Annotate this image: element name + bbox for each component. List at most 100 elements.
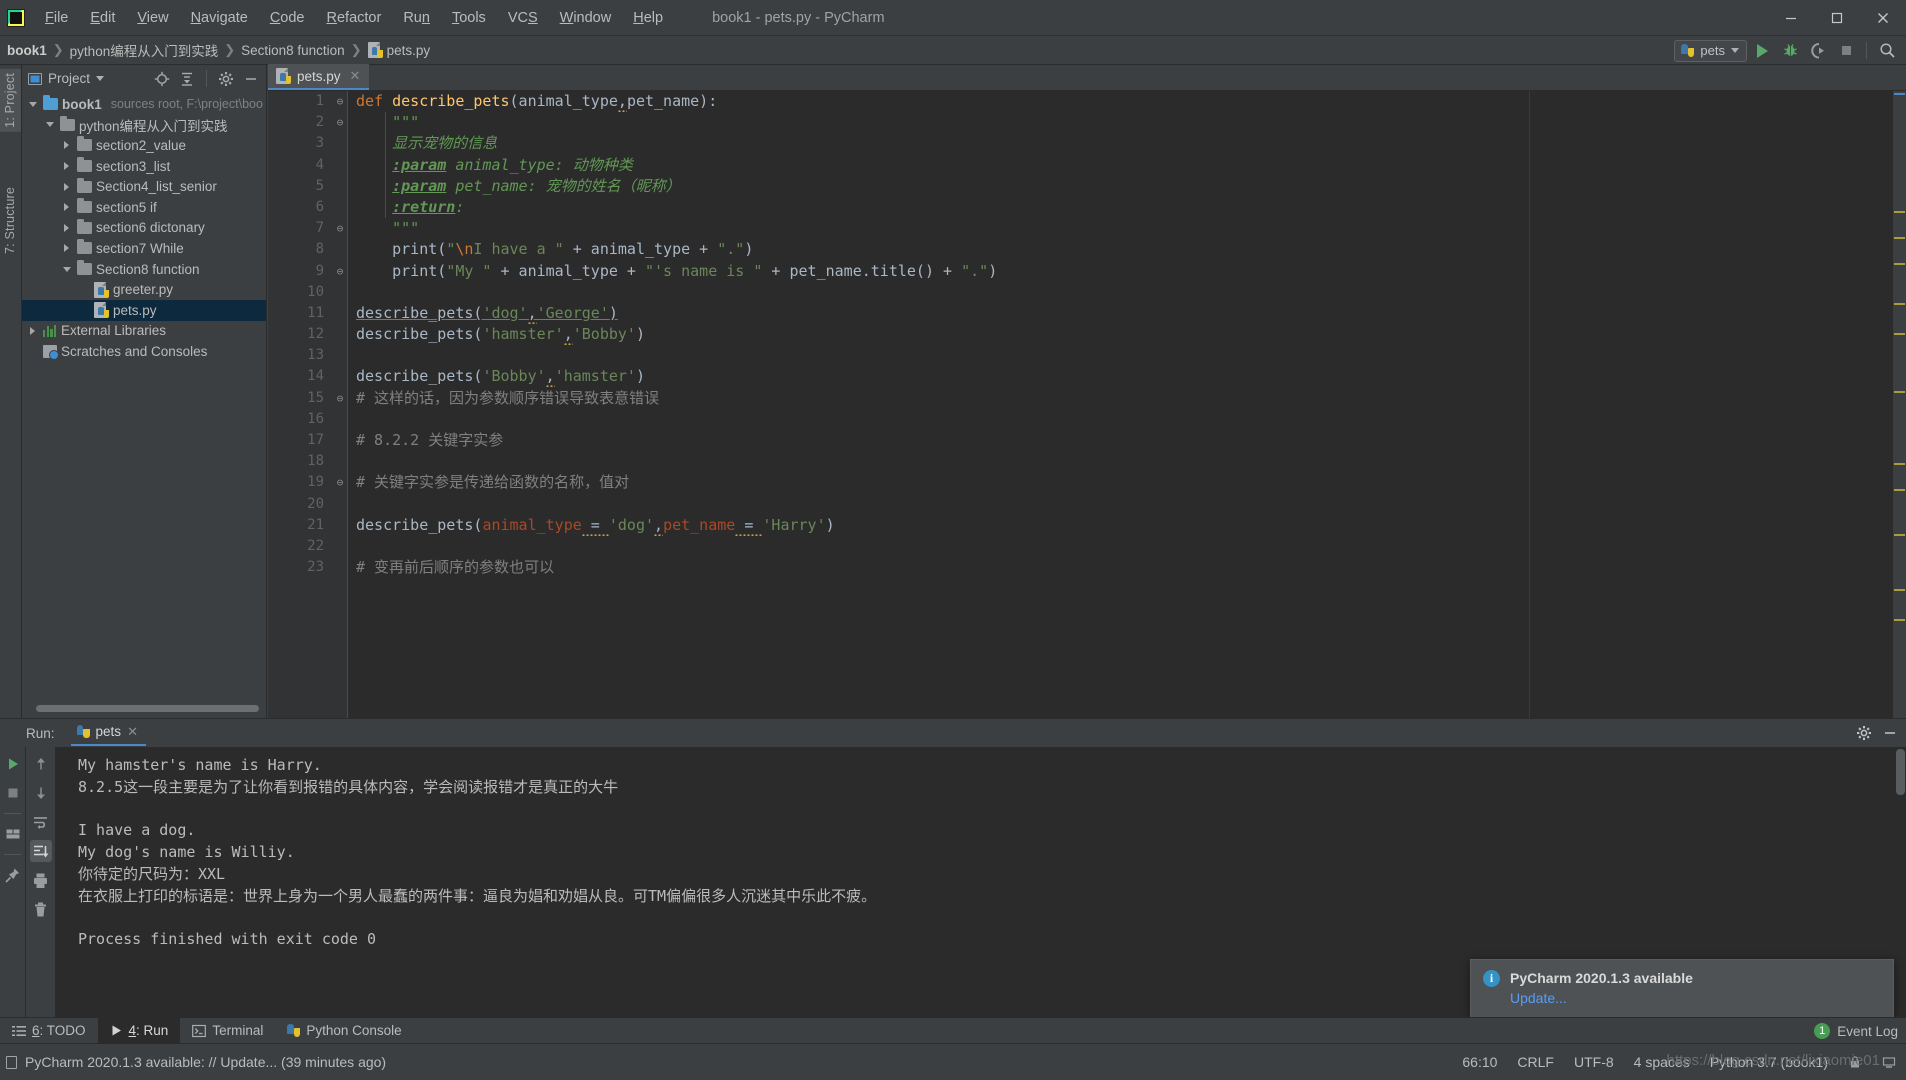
chevron-right-icon[interactable] xyxy=(60,182,73,191)
scroll-to-end-icon[interactable] xyxy=(29,840,52,862)
tab-pets-py[interactable]: pets.py ✕ xyxy=(268,64,370,90)
code-line-9[interactable]: 9 ⊖ print("My " + animal_type + "'s name … xyxy=(268,261,1906,282)
fold-toggle-icon[interactable]: ⊖ xyxy=(334,261,346,282)
project-hscrollbar[interactable] xyxy=(36,705,271,712)
memory-indicator-icon[interactable] xyxy=(1882,1055,1896,1069)
tree-item-section5if[interactable]: section5 if xyxy=(22,197,266,218)
breadcrumb-item-2[interactable]: Section8 function xyxy=(236,41,350,60)
tab-terminal[interactable]: Terminal xyxy=(180,1018,275,1044)
code-line-5[interactable]: 5 :param pet_name: 宠物的姓名（昵称） xyxy=(268,176,1906,197)
tree-item-pets.py[interactable]: pets.py xyxy=(22,299,266,321)
print-icon[interactable] xyxy=(30,869,52,891)
code-line-11[interactable]: 11 describe_pets('dog','George') xyxy=(268,303,1906,324)
tree-item-section6dictonary[interactable]: section6 dictonary xyxy=(22,218,266,239)
pin-icon[interactable] xyxy=(2,864,24,886)
error-stripe[interactable] xyxy=(1893,91,1906,718)
tree-item-section8function[interactable]: Section8 function xyxy=(22,259,266,280)
code-line-7[interactable]: 7 ⊖ """ xyxy=(268,218,1906,239)
code-line-1[interactable]: 1 ⊖ def describe_pets(animal_type,pet_name… xyxy=(268,91,1906,112)
tree-item-externallibraries[interactable]: External Libraries xyxy=(22,321,266,342)
layout-icon[interactable] xyxy=(2,823,24,845)
menu-item-navigate[interactable]: Navigate xyxy=(180,7,259,29)
scrollbar-thumb[interactable] xyxy=(1896,749,1905,795)
tree-item-section3_list[interactable]: section3_list xyxy=(22,156,266,177)
chevron-right-icon[interactable] xyxy=(60,203,73,212)
tab-todo[interactable]: 6: TODO xyxy=(0,1018,98,1044)
tree-item-section2_value[interactable]: section2_value xyxy=(22,135,266,156)
code-line-13[interactable]: 13 xyxy=(268,345,1906,366)
up-icon[interactable] xyxy=(30,753,52,775)
code-line-6[interactable]: 6 :return: xyxy=(268,197,1906,218)
fold-toggle-icon[interactable]: ⊖ xyxy=(334,91,346,112)
code-line-8[interactable]: 8 print("\nI have a " + animal_type + ".… xyxy=(268,239,1906,260)
chevron-right-icon[interactable] xyxy=(60,162,73,171)
code-line-20[interactable]: 20 xyxy=(268,494,1906,515)
chevron-right-icon[interactable] xyxy=(60,244,73,253)
menu-item-tools[interactable]: Tools xyxy=(441,7,497,29)
code-line-2[interactable]: 2 ⊖ """ xyxy=(268,112,1906,133)
fold-toggle-icon[interactable]: ⊖ xyxy=(334,112,346,133)
run-tab-pets[interactable]: pets ✕ xyxy=(70,721,146,746)
search-everywhere-button[interactable] xyxy=(1874,39,1900,63)
notification-popup[interactable]: i PyCharm 2020.1.3 available Update... xyxy=(1470,959,1894,1019)
chevron-right-icon[interactable] xyxy=(60,141,73,150)
status-message-group[interactable]: PyCharm 2020.1.3 available: // Update...… xyxy=(0,1054,386,1070)
stop-button[interactable] xyxy=(1833,39,1859,63)
code-line-3[interactable]: 3 显示宠物的信息 xyxy=(268,133,1906,154)
gear-icon[interactable] xyxy=(1853,722,1875,744)
fold-toggle-icon[interactable]: ⊖ xyxy=(334,388,346,409)
maximize-button[interactable] xyxy=(1814,0,1860,36)
chevron-right-icon[interactable] xyxy=(60,223,73,232)
project-panel-title-group[interactable]: Project xyxy=(28,71,105,86)
console-scrollbar[interactable] xyxy=(1894,747,1906,1017)
menu-item-refactor[interactable]: Refactor xyxy=(316,7,393,29)
hide-panel-icon[interactable] xyxy=(240,68,262,90)
run-with-coverage-button[interactable] xyxy=(1805,39,1831,63)
hide-panel-icon[interactable] xyxy=(1879,722,1901,744)
tree-item-greeter.py[interactable]: greeter.py xyxy=(22,279,266,300)
tree-item-python[interactable]: python编程从入门到实践 xyxy=(22,115,266,136)
run-button[interactable] xyxy=(1749,39,1775,63)
tree-item-section4_list_senior[interactable]: Section4_list_senior xyxy=(22,176,266,197)
trash-icon[interactable] xyxy=(30,898,52,920)
sidebar-item-project[interactable]: 1: Project xyxy=(0,69,21,132)
tree-item-book1[interactable]: book1 sources root, F:\project\boo xyxy=(22,94,266,115)
code-line-23[interactable]: 23 # 变再前后顺序的参数也可以 xyxy=(268,557,1906,578)
caret-position[interactable]: 66:10 xyxy=(1462,1054,1497,1070)
breadcrumb-item-3[interactable]: pets.py xyxy=(363,40,436,60)
code-line-10[interactable]: 10 xyxy=(268,282,1906,303)
code-line-17[interactable]: 17 # 8.2.2 关键字实参 xyxy=(268,430,1906,451)
tab-python-console[interactable]: Python Console xyxy=(275,1018,413,1044)
code-line-18[interactable]: 18 xyxy=(268,451,1906,472)
event-log-group[interactable]: 1 Event Log xyxy=(1814,1018,1898,1044)
menu-item-window[interactable]: Window xyxy=(549,7,623,29)
menu-item-code[interactable]: Code xyxy=(259,7,316,29)
code-line-19[interactable]: 19 ⊖ # 关键字实参是传递给函数的名称，值对 xyxy=(268,472,1906,493)
tree-item-section7while[interactable]: section7 While xyxy=(22,238,266,259)
minimize-button[interactable] xyxy=(1768,0,1814,36)
file-encoding[interactable]: UTF-8 xyxy=(1574,1054,1614,1070)
close-icon[interactable]: ✕ xyxy=(127,724,138,740)
code-editor[interactable]: 1 ⊖ def describe_pets(animal_type,pet_name… xyxy=(268,91,1906,718)
down-icon[interactable] xyxy=(30,782,52,804)
code-line-16[interactable]: 16 xyxy=(268,409,1906,430)
tab-run[interactable]: 4: Run xyxy=(97,1017,181,1044)
scrollbar-thumb[interactable] xyxy=(36,705,259,712)
breadcrumb-item-0[interactable]: book1 xyxy=(2,41,52,60)
breadcrumb-item-1[interactable]: python编程从入门到实践 xyxy=(65,38,224,62)
tree-item-scratchesandconsoles[interactable]: Scratches and Consoles xyxy=(22,341,266,362)
locate-icon[interactable] xyxy=(151,68,173,90)
menu-item-run[interactable]: Run xyxy=(392,7,441,29)
chevron-down-icon[interactable] xyxy=(43,122,56,128)
sidebar-item-structure[interactable]: 7: Structure xyxy=(0,183,21,258)
code-content[interactable]: 1 ⊖ def describe_pets(animal_type,pet_name… xyxy=(268,91,1906,718)
close-icon[interactable]: ✕ xyxy=(350,68,361,84)
menu-item-vcs[interactable]: VCS xyxy=(497,7,549,29)
menu-item-edit[interactable]: Edit xyxy=(79,7,126,29)
fold-toggle-icon[interactable]: ⊖ xyxy=(334,472,346,493)
run-configuration-selector[interactable]: pets xyxy=(1674,39,1747,62)
code-line-15[interactable]: 15 ⊖ # 这样的话，因为参数顺序错误导致表意错误 xyxy=(268,388,1906,409)
code-line-14[interactable]: 14 describe_pets('Bobby','hamster') xyxy=(268,366,1906,387)
chevron-down-icon[interactable] xyxy=(26,101,39,107)
code-line-21[interactable]: 21 describe_pets(animal_type = 'dog',pet_… xyxy=(268,515,1906,536)
